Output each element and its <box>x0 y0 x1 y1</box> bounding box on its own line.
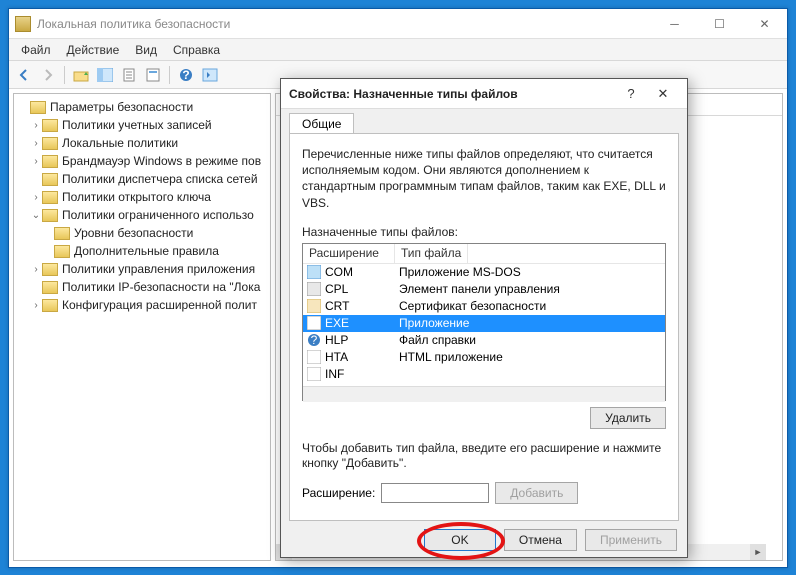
maximize-button[interactable]: ☐ <box>697 10 742 38</box>
tab-general[interactable]: Общие <box>289 113 354 134</box>
file-icon <box>307 265 321 279</box>
properties-button[interactable] <box>142 64 164 86</box>
add-button[interactable]: Добавить <box>495 482 578 504</box>
tab-body: Перечисленные ниже типы файлов определяю… <box>289 133 679 521</box>
filetype-row[interactable]: COMПриложение MS-DOS <box>303 264 665 281</box>
description-text: Перечисленные ниже типы файлов определяю… <box>302 146 666 211</box>
dialog-title: Свойства: Назначенные типы файлов <box>289 87 615 101</box>
tree-item[interactable]: Политики IP-безопасности на "Лока <box>14 278 270 296</box>
file-icon <box>307 316 321 330</box>
filetype-rows[interactable]: COMПриложение MS-DOS CPLЭлемент панели у… <box>303 264 665 386</box>
tree-item[interactable]: ›Политики учетных записей <box>14 116 270 134</box>
col-filetype[interactable]: Тип файла <box>395 244 468 263</box>
file-icon <box>307 282 321 296</box>
window-title: Локальная политика безопасности <box>37 17 652 31</box>
filetype-row[interactable]: CRTСертификат безопасности <box>303 298 665 315</box>
close-button[interactable]: ✕ <box>742 10 787 38</box>
folder-icon <box>42 137 58 150</box>
extension-input[interactable] <box>381 483 489 503</box>
dialog-help-button[interactable]: ? <box>615 86 647 101</box>
filetype-list[interactable]: Расширение Тип файла COMПриложение MS-DO… <box>302 243 666 401</box>
dialog-titlebar: Свойства: Назначенные типы файлов ? ✕ <box>281 79 687 109</box>
menu-view[interactable]: Вид <box>127 41 165 59</box>
folder-icon <box>42 173 58 186</box>
dialog-button-row: OK Отмена Применить <box>281 521 687 551</box>
file-icon <box>307 350 321 364</box>
folder-icon <box>42 263 58 276</box>
tree-item[interactable]: ›Локальные политики <box>14 134 270 152</box>
cancel-button[interactable]: Отмена <box>504 529 577 551</box>
menu-file[interactable]: Файл <box>13 41 59 59</box>
minimize-button[interactable]: ─ <box>652 10 697 38</box>
help-button[interactable]: ? <box>175 64 197 86</box>
tree-root[interactable]: Параметры безопасности <box>14 98 270 116</box>
app-icon <box>15 16 31 32</box>
export-button[interactable] <box>118 64 140 86</box>
svg-text:?: ? <box>311 333 318 347</box>
tab-strip: Общие <box>281 109 687 133</box>
folder-icon <box>54 245 70 258</box>
folder-icon <box>42 155 58 168</box>
tree-child[interactable]: Дополнительные правила <box>14 242 270 260</box>
add-hint: Чтобы добавить тип файла, введите его ра… <box>302 441 666 472</box>
dialog-close-button[interactable]: ✕ <box>647 86 679 102</box>
delete-button[interactable]: Удалить <box>590 407 666 429</box>
refresh-button[interactable] <box>199 64 221 86</box>
tree-item-srp[interactable]: ⌄Политики ограниченного использо <box>14 206 270 224</box>
menu-help[interactable]: Справка <box>165 41 228 59</box>
tree-item[interactable]: ›Политики управления приложения <box>14 260 270 278</box>
list-label: Назначенные типы файлов: <box>302 225 666 239</box>
svg-text:?: ? <box>182 68 189 82</box>
filetype-row[interactable]: HTAHTML приложение <box>303 349 665 366</box>
file-icon <box>307 299 321 313</box>
folder-icon <box>42 299 58 312</box>
forward-button[interactable] <box>37 64 59 86</box>
tree-item[interactable]: ›Политики открытого ключа <box>14 188 270 206</box>
filetype-row[interactable]: ?HLPФайл справки <box>303 332 665 349</box>
folder-icon <box>42 209 58 222</box>
filetype-header: Расширение Тип файла <box>303 244 665 264</box>
ipsec-icon <box>42 281 58 294</box>
file-icon: ? <box>307 333 321 347</box>
up-button[interactable] <box>70 64 92 86</box>
folder-icon <box>54 227 70 240</box>
list-scroll-spacer <box>303 386 665 402</box>
filetype-row[interactable]: INF <box>303 366 665 383</box>
menubar: Файл Действие Вид Справка <box>9 39 787 61</box>
show-hide-tree-button[interactable] <box>94 64 116 86</box>
menu-action[interactable]: Действие <box>59 41 128 59</box>
tree-item[interactable]: Политики диспетчера списка сетей <box>14 170 270 188</box>
col-extension[interactable]: Расширение <box>303 244 395 263</box>
extension-label: Расширение: <box>302 486 375 500</box>
back-button[interactable] <box>13 64 35 86</box>
file-icon <box>307 367 321 381</box>
ok-button[interactable]: OK <box>424 529 496 551</box>
filetype-row-selected[interactable]: EXEПриложение <box>303 315 665 332</box>
filetype-row[interactable]: CPLЭлемент панели управления <box>303 281 665 298</box>
tree-item[interactable]: ›Брандмауэр Windows в режиме пов <box>14 152 270 170</box>
tree-child[interactable]: Уровни безопасности <box>14 224 270 242</box>
apply-button[interactable]: Применить <box>585 529 677 551</box>
properties-dialog: Свойства: Назначенные типы файлов ? ✕ Об… <box>280 78 688 558</box>
tree-pane[interactable]: Параметры безопасности ›Политики учетных… <box>13 93 271 561</box>
security-root-icon <box>30 101 46 114</box>
titlebar: Локальная политика безопасности ─ ☐ ✕ <box>9 9 787 39</box>
tree-item[interactable]: ›Конфигурация расширенной полит <box>14 296 270 314</box>
folder-icon <box>42 191 58 204</box>
folder-icon <box>42 119 58 132</box>
